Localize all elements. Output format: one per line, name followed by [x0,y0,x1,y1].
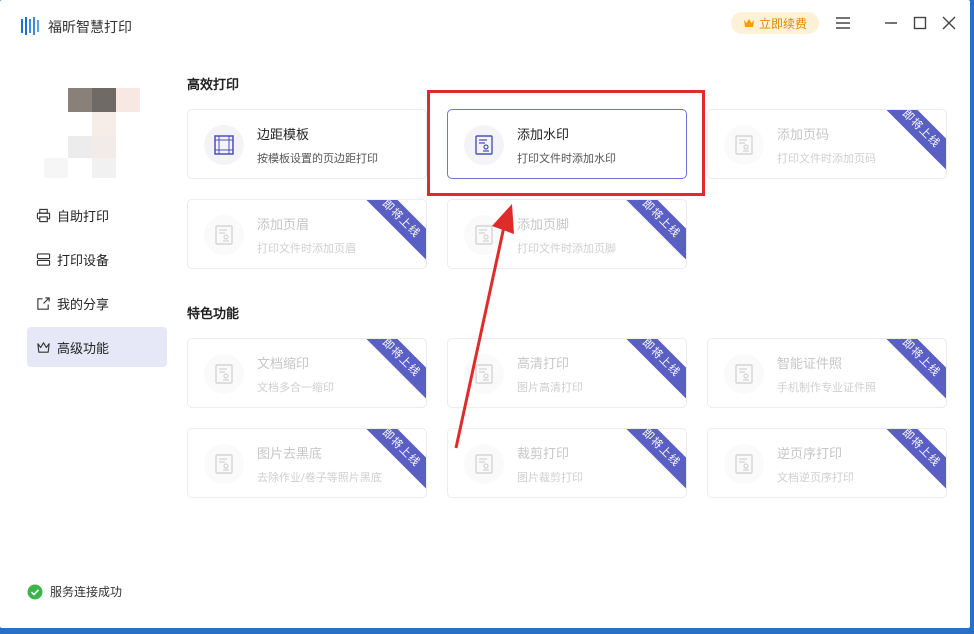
crown-icon [743,19,754,27]
card-add-page-number[interactable]: 添加页码 打印文件时添加页码 即将上线 [707,109,947,179]
card-add-header[interactable]: 添加页眉 打印文件时添加页眉 即将上线 [187,199,427,269]
check-circle-icon [27,584,43,599]
app-logo-icon [21,17,39,35]
section-title-efficient: 高效打印 [187,78,240,93]
document-stamp-icon [724,354,764,394]
card-desc: 文档多合一缩印 [257,381,334,394]
card-title: 高清打印 [517,357,570,372]
coming-soon-badge: 即将上线 [354,339,426,405]
card-id-photo[interactable]: 智能证件照 手机制作专业证件照 即将上线 [707,338,947,408]
card-title: 添加页眉 [257,218,310,233]
coming-soon-badge: 即将上线 [874,110,946,176]
card-desc: 手机制作专业证件照 [777,381,876,394]
avatar [40,88,140,178]
coming-soon-badge: 即将上线 [874,339,946,405]
document-stamp-icon [464,354,504,394]
card-title: 逆页序打印 [777,447,843,462]
sidebar-item-label: 自助打印 [57,209,110,225]
card-crop-print[interactable]: 裁剪打印 图片裁剪打印 即将上线 [447,428,687,498]
sidebar-item-label: 打印设备 [57,253,110,269]
coming-soon-badge: 即将上线 [354,200,426,266]
sidebar-item-share[interactable]: 我的分享 [27,283,167,323]
card-title: 文档缩印 [257,357,310,372]
printer-icon [36,208,51,222]
app-window: 福昕智慧打印 立即续费 自助打印 打印设备 我的分享 高级功能 服务连接成功 高… [0,0,970,628]
coming-soon-badge: 即将上线 [614,200,686,266]
document-stamp-icon [464,215,504,255]
title-bar: 福昕智慧打印 立即续费 [0,0,970,50]
card-margin-template[interactable]: 边距模板 按模板设置的页边距打印 [187,109,427,179]
card-reverse-order-print[interactable]: 逆页序打印 文档逆页序打印 即将上线 [707,428,947,498]
coming-soon-badge: 即将上线 [614,429,686,495]
card-title: 图片去黑底 [257,447,323,462]
document-stamp-icon [204,354,244,394]
minimize-icon[interactable] [881,13,901,33]
card-desc: 去除作业/卷子等照片黑底 [257,471,382,484]
card-desc: 打印文件时添加页脚 [517,242,616,255]
card-hd-print[interactable]: 高清打印 图片高清打印 即将上线 [447,338,687,408]
document-stamp-icon [464,125,504,165]
app-title: 福昕智慧打印 [48,20,132,36]
sidebar-item-self-print[interactable]: 自助打印 [27,195,167,235]
card-title: 智能证件照 [777,357,843,372]
card-title: 边距模板 [257,128,310,143]
card-remove-black-bg[interactable]: 图片去黑底 去除作业/卷子等照片黑底 即将上线 [187,428,427,498]
card-desc: 按模板设置的页边距打印 [257,152,378,165]
card-desc: 文档逆页序打印 [777,471,854,484]
sidebar-item-label: 我的分享 [57,297,110,313]
card-desc: 图片裁剪打印 [517,471,583,484]
connection-status: 服务连接成功 [27,583,122,600]
maximize-icon[interactable] [910,13,930,33]
card-desc: 打印文件时添加页眉 [257,242,356,255]
coming-soon-badge: 即将上线 [874,429,946,495]
sidebar-item-advanced[interactable]: 高级功能 [27,327,167,367]
card-title: 添加水印 [517,128,570,143]
card-add-watermark[interactable]: 添加水印 打印文件时添加水印 [447,109,687,179]
card-doc-shrink-print[interactable]: 文档缩印 文档多合一缩印 即将上线 [187,338,427,408]
status-text: 服务连接成功 [50,585,123,599]
menu-icon[interactable] [833,13,853,33]
device-icon [36,252,51,266]
card-title: 添加页脚 [517,218,570,233]
document-stamp-icon [204,215,244,255]
document-stamp-icon [204,444,244,484]
card-title: 添加页码 [777,128,830,143]
crown-outline-icon [37,341,50,353]
close-icon[interactable] [939,13,959,33]
document-stamp-icon [724,444,764,484]
margin-template-icon [204,125,244,165]
card-desc: 图片高清打印 [517,381,583,394]
document-stamp-icon [724,125,764,165]
sidebar-item-devices[interactable]: 打印设备 [27,239,167,279]
section-title-special: 特色功能 [187,307,240,322]
card-desc: 打印文件时添加水印 [517,152,616,165]
renew-button[interactable]: 立即续费 [731,12,819,34]
coming-soon-badge: 即将上线 [614,339,686,405]
card-title: 裁剪打印 [517,447,570,462]
share-icon [37,296,50,310]
sidebar-item-label: 高级功能 [57,341,110,357]
renew-label: 立即续费 [758,16,807,31]
card-add-footer[interactable]: 添加页脚 打印文件时添加页脚 即将上线 [447,199,687,269]
document-stamp-icon [464,444,504,484]
card-desc: 打印文件时添加页码 [777,152,876,165]
